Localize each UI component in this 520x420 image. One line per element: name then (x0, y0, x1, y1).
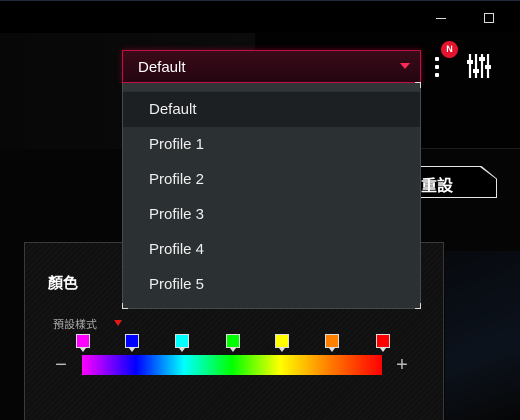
dropdown-option-default[interactable]: Default (123, 92, 420, 127)
dropdown-list-header (123, 83, 420, 91)
color-gradient-bar[interactable] (82, 355, 382, 375)
color-swatch[interactable] (226, 334, 240, 348)
more-options-button[interactable] (432, 55, 442, 79)
chevron-down-icon (400, 63, 410, 69)
swatch-pointer-icon (230, 348, 236, 352)
dropdown-option-profile-1[interactable]: Profile 1 (123, 127, 420, 162)
kebab-dot-icon (435, 73, 439, 77)
swatch-pointer-icon (279, 348, 285, 352)
swatch-pointer-icon (80, 348, 86, 352)
swatch-pointer-icon (129, 348, 135, 352)
dropdown-option-profile-2[interactable]: Profile 2 (123, 162, 420, 197)
preset-style-label: 預設樣式 (53, 319, 97, 331)
title-bar (0, 1, 520, 33)
notification-badge[interactable]: N (441, 41, 458, 58)
color-swatch[interactable] (325, 334, 339, 348)
preset-dropdown-arrow-icon[interactable] (114, 320, 122, 326)
reset-button[interactable]: 重設 (411, 166, 497, 198)
color-swatch[interactable] (376, 334, 390, 348)
dropdown-option-profile-3[interactable]: Profile 3 (123, 197, 420, 232)
profile-dropdown-list: Default Profile 1 Profile 2 Profile 3 Pr… (122, 82, 421, 309)
corner-bracket (415, 303, 421, 309)
corner-bracket (122, 303, 128, 309)
minimize-button[interactable] (432, 9, 450, 27)
app-window: Default N 重設 顏色 預設樣式 − + Default Profile… (0, 0, 520, 420)
corner-bracket (415, 82, 421, 88)
add-color-button[interactable]: + (394, 355, 410, 375)
kebab-dot-icon (435, 65, 439, 69)
minimize-icon (436, 18, 446, 19)
swatch-pointer-icon (179, 348, 185, 352)
profile-dropdown[interactable]: Default (122, 50, 421, 83)
background-decoration (445, 251, 520, 420)
swatch-pointer-icon (329, 348, 335, 352)
dropdown-option-profile-4[interactable]: Profile 4 (123, 232, 420, 267)
color-swatch[interactable] (125, 334, 139, 348)
kebab-dot-icon (435, 57, 439, 61)
color-swatch[interactable] (275, 334, 289, 348)
dropdown-option-profile-5[interactable]: Profile 5 (123, 267, 420, 302)
equalizer-settings-icon[interactable] (466, 51, 492, 81)
color-panel-title: 顏色 (48, 275, 79, 292)
profile-dropdown-value: Default (138, 59, 186, 76)
swatch-pointer-icon (380, 348, 386, 352)
maximize-icon (484, 13, 494, 23)
reset-button-label: 重設 (421, 178, 454, 195)
color-swatch[interactable] (175, 334, 189, 348)
color-swatch[interactable] (76, 334, 90, 348)
remove-color-button[interactable]: − (53, 355, 69, 375)
maximize-button[interactable] (480, 9, 498, 27)
